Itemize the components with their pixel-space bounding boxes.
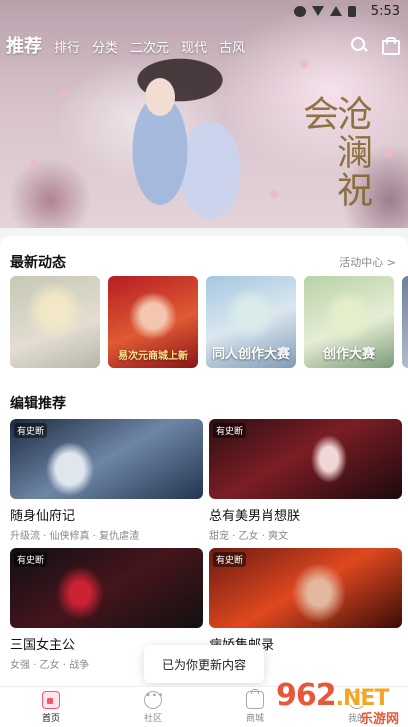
book-cover: 有史断: [209, 548, 402, 628]
signal-icon: [330, 6, 342, 16]
book-item[interactable]: 有史断 总有美男肖想朕 甜宠 · 乙女 · 爽文: [209, 419, 402, 542]
nav-label: 社区: [143, 713, 162, 724]
wifi-icon: [312, 6, 324, 16]
search-icon[interactable]: [350, 36, 368, 54]
notification-icon: [294, 6, 306, 17]
shop-icon: [246, 688, 264, 709]
hero-calligraphy: 沧澜祝会: [297, 95, 372, 209]
status-icons: [294, 6, 356, 17]
section-title-editor: 编辑推荐: [10, 396, 66, 412]
nav-home[interactable]: 首页: [0, 687, 102, 727]
book-title: 随身仙府记: [10, 509, 76, 524]
home-icon: [42, 690, 60, 709]
hero-character-art: [90, 40, 260, 228]
activity-center-link[interactable]: 活动中心 >: [339, 254, 396, 270]
book-tag: 有史断: [213, 423, 247, 438]
news-card-caption: 同人创作大赛: [211, 347, 290, 362]
news-card-caption: 易次元商城上新: [118, 351, 188, 362]
book-cover: 有史断: [10, 419, 203, 499]
blossom-decoration: [60, 90, 68, 98]
top-nav: 推荐 排行 分类 二次元 现代 古风: [6, 32, 245, 58]
book-item[interactable]: 有史断 随身仙府记 升级流 · 仙侠修真 · 复仇虐渣: [10, 419, 203, 542]
blossom-decoration: [300, 60, 308, 68]
bag-icon[interactable]: [381, 36, 400, 55]
toast-text: 已为你更新内容: [161, 657, 246, 672]
book-genres: 甜宠 · 乙女 · 爽文: [209, 531, 289, 542]
tab-ancient[interactable]: 古风: [219, 37, 245, 56]
news-card[interactable]: 创作大赛: [304, 276, 394, 368]
update-toast: 已为你更新内容: [144, 645, 264, 683]
watermark-brand: 962: [276, 678, 337, 713]
book-cover: 有史断: [10, 548, 203, 628]
book-tag: 有史断: [213, 552, 247, 567]
nav-label: 商城: [245, 713, 264, 724]
status-time: 5:53: [370, 4, 400, 19]
hero-character-face: [145, 78, 175, 116]
tab-modern[interactable]: 现代: [181, 37, 207, 56]
book-cover: 有史断: [209, 419, 402, 499]
news-card[interactable]: [402, 276, 408, 368]
battery-icon: [348, 6, 356, 17]
section-title-latest: 最新动态: [10, 255, 66, 271]
blossom-decoration: [385, 150, 393, 158]
status-bar: 5:53: [0, 0, 408, 24]
tab-category[interactable]: 分类: [92, 37, 118, 56]
news-card[interactable]: [10, 276, 100, 368]
news-card-caption: 创作大赛: [322, 347, 375, 362]
book-title: 总有美男肖想朕: [209, 509, 301, 524]
editor-row: 有史断 随身仙府记 升级流 · 仙侠修真 · 复仇虐渣 有史断 总有美男肖想朕 …: [10, 419, 402, 542]
book-genres: 升级流 · 仙侠修真 · 复仇虐渣: [10, 531, 140, 542]
watermark-sub: 乐游网: [360, 712, 400, 727]
community-icon: [144, 690, 162, 709]
nav-label: 首页: [41, 713, 60, 724]
book-tag: 有史断: [14, 552, 48, 567]
tab-anime[interactable]: 二次元: [130, 37, 169, 56]
news-card[interactable]: 易次元商城上新: [108, 276, 198, 368]
nav-community[interactable]: 社区: [102, 687, 204, 727]
latest-carousel[interactable]: 易次元商城上新 同人创作大赛 创作大赛: [10, 276, 408, 368]
news-card[interactable]: 同人创作大赛: [206, 276, 296, 368]
blossom-decoration: [30, 160, 38, 168]
tab-recommend[interactable]: 推荐: [6, 32, 42, 58]
blossom-decoration: [270, 190, 278, 198]
tab-ranking[interactable]: 排行: [54, 37, 80, 56]
book-tag: 有史断: [14, 423, 48, 438]
site-watermark: 962.NET 乐游网: [270, 678, 408, 727]
